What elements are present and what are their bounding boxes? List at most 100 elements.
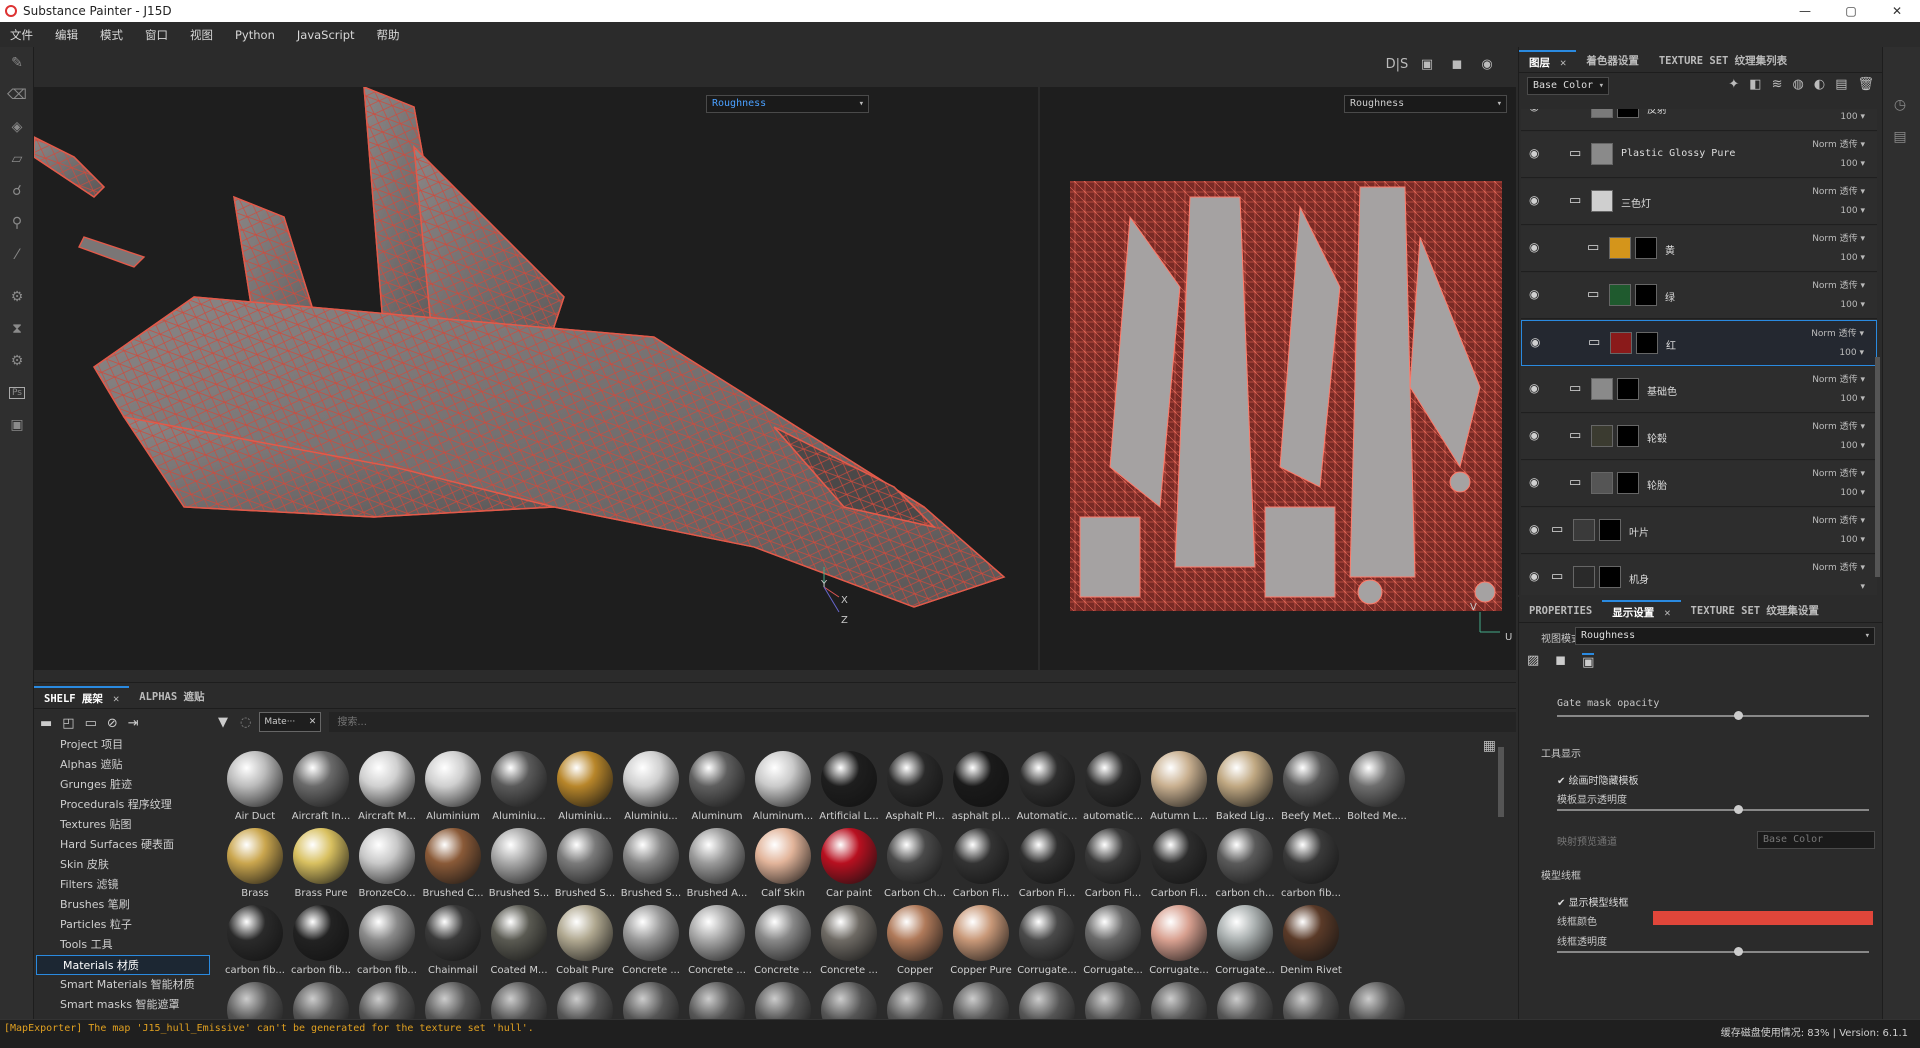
shelf-category[interactable]: Filters 滤镜 <box>34 875 212 895</box>
material-item[interactable]: Concrete ... <box>750 905 816 976</box>
folder-icon[interactable]: ▭ <box>1569 428 1581 443</box>
menu-python[interactable]: Python <box>235 28 275 42</box>
layer-row[interactable]: ◉ ▭ 叶片 Norm 透传 ▾ 100 ▾ <box>1521 508 1877 554</box>
layer-row[interactable]: ◉ ▭ 机身 Norm 透传 ▾ ▾ <box>1521 555 1877 595</box>
material-item[interactable]: Aircraft In... <box>288 751 354 822</box>
close-icon[interactable]: ✕ <box>1664 607 1670 619</box>
material-item[interactable]: Asphalt Pl... <box>882 751 948 822</box>
folder-icon[interactable]: ▭ <box>1569 381 1581 396</box>
folder-icon[interactable]: ▭ <box>1569 193 1581 208</box>
maximize-button[interactable]: ▢ <box>1828 0 1874 22</box>
material-item[interactable]: Aluminiu... <box>552 751 618 822</box>
tab-shader-settings[interactable]: 着色器设置 <box>1576 50 1649 72</box>
layer-row[interactable]: ◉ ▭ 轮毂 Norm 透传 ▾ 100 ▾ <box>1521 414 1877 460</box>
bake-icon[interactable]: ⧗ <box>0 313 34 345</box>
shelf-category[interactable]: Textures 贴图 <box>34 815 212 835</box>
folder-icon[interactable]: ▭ <box>1587 240 1599 255</box>
visibility-eye-icon[interactable]: ◉ <box>1529 522 1539 536</box>
visibility-eye-icon[interactable]: ◉ <box>1529 109 1539 113</box>
tab-layers[interactable]: 图层 ✕ <box>1519 50 1577 72</box>
folder-icon[interactable]: ▭ <box>1569 146 1581 161</box>
tab-alphas[interactable]: ALPHAS 遮贴 <box>129 686 214 708</box>
material-item[interactable]: Carbon Fi... <box>1146 828 1212 899</box>
hide-template-checkbox[interactable]: ✔ 绘画时隐藏模板 <box>1557 772 1639 787</box>
material-item[interactable]: Corrugate... <box>1146 905 1212 976</box>
wire-opacity-knob[interactable] <box>1733 947 1743 956</box>
map-preview-select[interactable]: Base Color <box>1757 831 1875 849</box>
shelf-scrollbar[interactable] <box>1498 747 1504 817</box>
smudge-icon[interactable]: ☌ <box>0 175 34 207</box>
folder-icon[interactable]: ▬ <box>40 716 52 731</box>
shelf-category[interactable]: Procedurals 程序纹理 <box>34 795 212 815</box>
material-item[interactable]: Corrugate... <box>1014 905 1080 976</box>
material-item[interactable]: Aluminium <box>420 751 486 822</box>
export-icon[interactable]: ⚙ <box>0 345 34 377</box>
material-item[interactable]: Cobalt Pure <box>552 905 618 976</box>
material-item[interactable]: Corrugate... <box>1080 905 1146 976</box>
template-opacity-slider[interactable] <box>1557 805 1869 814</box>
archive-icon[interactable]: ▭ <box>85 716 97 731</box>
layer-row[interactable]: ◉ ▭ 三色灯 Norm 透传 ▾ 100 ▾ <box>1521 179 1877 225</box>
gate-mask-knob[interactable] <box>1733 711 1743 720</box>
close-button[interactable]: ✕ <box>1874 0 1920 22</box>
layer-blend[interactable]: Norm 透传 ▾ 100 ▾ <box>1812 136 1865 174</box>
layer-blend[interactable]: Norm 透传 ▾ 100 ▾ <box>1812 418 1865 456</box>
view-mode-select[interactable]: Roughness ▾ <box>1575 627 1875 645</box>
layer-blend[interactable]: Norm 透传 ▾ 100 ▾ <box>1812 512 1865 550</box>
visibility-eye-icon[interactable]: ◉ <box>1530 335 1540 349</box>
filter-icon[interactable]: ▼ <box>218 715 228 730</box>
clone-icon[interactable]: ⚲ <box>0 207 34 239</box>
new-shelf-icon[interactable]: ◰ <box>62 716 74 731</box>
stack-icon[interactable]: ≋ <box>1772 77 1783 92</box>
shelf-category[interactable]: Brushes 笔刷 <box>34 895 212 915</box>
layer-row[interactable]: ◉ ▭ 反射 Norm ▾100 ▾ <box>1521 109 1877 131</box>
menu-mode[interactable]: 模式 <box>100 27 123 43</box>
material-item[interactable]: Car paint <box>816 828 882 899</box>
layer-blend[interactable]: Norm 透传 ▾ ▾ <box>1812 559 1865 595</box>
layer-channel-select[interactable]: Base Color ▾ <box>1527 77 1609 95</box>
material-item[interactable]: Corrugate... <box>1212 905 1278 976</box>
visibility-eye-icon[interactable]: ◉ <box>1529 193 1539 207</box>
shelf-category[interactable]: Smart Materials 智能材质 <box>34 975 212 995</box>
channel-select-2d[interactable]: Roughness ▾ <box>1344 95 1507 113</box>
material-item[interactable]: Carbon Fi... <box>1080 828 1146 899</box>
material-item[interactable]: carbon fib... <box>222 905 288 976</box>
projection-icon[interactable]: ◈ <box>0 111 34 143</box>
color-picker-icon[interactable]: ⁄ <box>0 239 34 271</box>
folder-add-icon[interactable]: ▤ <box>1835 77 1847 92</box>
mask-icon[interactable]: ◧ <box>1749 77 1761 92</box>
visibility-eye-icon[interactable]: ◉ <box>1529 240 1539 254</box>
folder-icon[interactable]: ▭ <box>1551 569 1563 584</box>
history-icon[interactable]: ◷ <box>1883 89 1917 121</box>
gate-mask-slider[interactable] <box>1557 711 1869 720</box>
shelf-search-input[interactable] <box>329 712 1516 732</box>
material-item[interactable]: Aluminiu... <box>618 751 684 822</box>
material-item[interactable]: Baked Lig... <box>1212 751 1278 822</box>
close-icon[interactable]: ✕ <box>1560 57 1566 69</box>
material-item[interactable]: Denim Rivet <box>1278 905 1344 976</box>
visibility-eye-icon[interactable]: ◉ <box>1529 428 1539 442</box>
display-mode-button[interactable]: D|S <box>1382 57 1412 72</box>
photoshop-icon[interactable]: Ps <box>0 377 34 409</box>
shelf-category[interactable]: Alphas 遮贴 <box>34 755 212 775</box>
material-item[interactable]: Carbon Fi... <box>948 828 1014 899</box>
layer-blend[interactable]: Norm 透传 ▾ 100 ▾ <box>1811 325 1864 363</box>
layer-blend[interactable]: Norm ▾100 ▾ <box>1833 109 1865 127</box>
geometry-mask-icon[interactable]: ▱ <box>0 143 34 175</box>
material-item[interactable]: Automatic... <box>1014 751 1080 822</box>
material-item[interactable]: Brushed S... <box>486 828 552 899</box>
visibility-eye-icon[interactable]: ◉ <box>1529 146 1539 160</box>
layer-blend[interactable]: Norm 透传 ▾ 100 ▾ <box>1812 183 1865 221</box>
channel-select-3d[interactable]: Roughness ▾ <box>706 95 869 113</box>
close-icon[interactable]: ✕ <box>309 713 317 731</box>
folder-icon[interactable]: ▭ <box>1569 109 1581 114</box>
tab-properties[interactable]: PROPERTIES <box>1519 600 1602 622</box>
material-item[interactable]: BronzeCo... <box>354 828 420 899</box>
layer-blend[interactable]: Norm 透传 ▾ 100 ▾ <box>1812 371 1865 409</box>
material-item[interactable]: asphalt pl... <box>948 751 1014 822</box>
tab-shelf[interactable]: SHELF 展架 ✕ <box>34 686 130 708</box>
effect-icon[interactable]: ✦ <box>1728 77 1739 92</box>
layer-row[interactable]: ◉ ▭ 黄 Norm 透传 ▾ 100 ▾ <box>1521 226 1877 272</box>
menu-file[interactable]: 文件 <box>10 27 33 43</box>
grid-view-icon[interactable]: ▦ <box>1483 738 1496 754</box>
